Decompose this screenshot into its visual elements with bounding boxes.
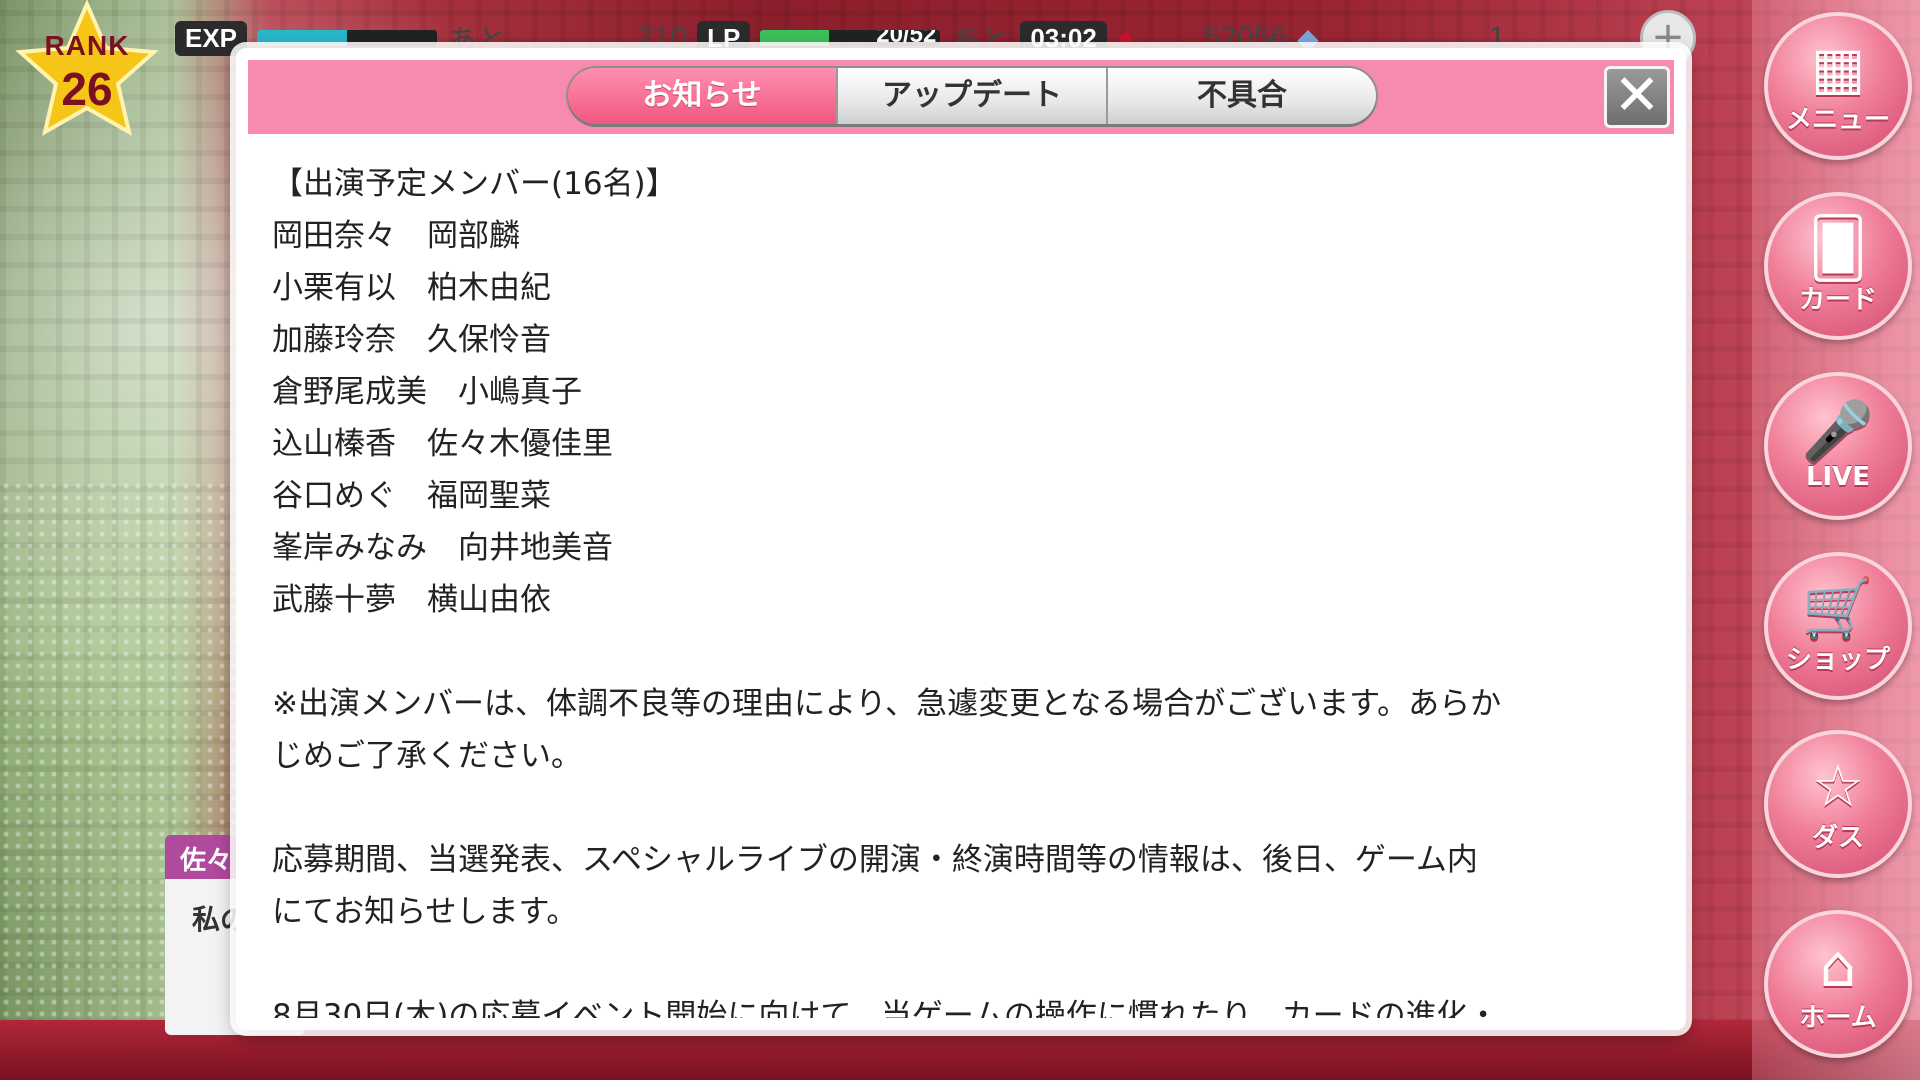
home-button-label: ホーム <box>1799 1002 1877 1033</box>
home-button[interactable]: ⌂ ホーム <box>1764 910 1912 1058</box>
member-line: 岡田奈々 岡部麟 <box>272 218 520 254</box>
tab-notice[interactable]: お知らせ <box>568 68 838 124</box>
shop-button-label: ショップ <box>1785 644 1890 675</box>
member-line: 加藤玲奈 久保怜音 <box>272 322 551 358</box>
grid-icon: ▦ <box>1810 33 1866 102</box>
background-message-tab: 佐々 <box>180 846 233 876</box>
dialog-tabs: お知らせ アップデート 不具合 <box>568 68 1376 124</box>
member-heading: 【出演予定メンバー(16名)】 <box>272 166 677 202</box>
dialog-header: お知らせ アップデート 不具合 ✕ <box>248 60 1674 134</box>
event-paragraph: 8月30日(木)の応募イベント開始に向けて、当ゲームの操作に慣れたり、カードの進… <box>272 998 1499 1018</box>
notice-paragraph: じめご了承ください。 <box>272 738 582 774</box>
das-button[interactable]: ☆ ダス <box>1764 730 1912 878</box>
close-button[interactable]: ✕ <box>1604 66 1670 128</box>
menu-button-label: メニュー <box>1785 104 1890 135</box>
rank-label: RANK <box>44 30 130 61</box>
member-line: 小栗有以 柏木由紀 <box>272 270 551 306</box>
live-button[interactable]: 🎤 LIVE <box>1764 372 1912 520</box>
lp-bar: 20/52 <box>760 30 941 46</box>
cart-icon: 🛒 <box>1801 573 1875 642</box>
notice-content[interactable]: 【出演予定メンバー(16名)】 岡田奈々 岡部麟 小栗有以 柏木由紀 加藤玲奈 … <box>248 134 1674 1018</box>
member-line: 武藤十夢 横山由依 <box>272 582 551 618</box>
card-button-label: カード <box>1798 284 1877 315</box>
das-button-label: ダス <box>1811 822 1864 853</box>
exp-bar <box>257 30 438 46</box>
tab-update[interactable]: アップデート <box>838 68 1108 124</box>
tab-bugs[interactable]: 不具合 <box>1108 68 1376 124</box>
lp-value: 20/52 <box>876 30 937 46</box>
menu-button[interactable]: ▦ メニュー <box>1764 12 1912 160</box>
home-icon: ⌂ <box>1819 931 1857 1000</box>
lp-bar-fill <box>760 30 829 46</box>
member-line: 谷口めぐ 福岡聖菜 <box>272 478 551 514</box>
side-menu: ▦ メニュー 🂠 カード 🎤 LIVE 🛒 ショップ ☆ ダス ⌂ ホーム <box>1752 0 1920 1080</box>
card-button[interactable]: 🂠 カード <box>1764 192 1912 340</box>
notice-paragraph: ※出演メンバーは、体調不良等の理由により、急遽変更となる場合がございます。あらか <box>272 686 1502 722</box>
member-line: 込山榛香 佐々木優佳里 <box>272 426 613 462</box>
exp-bar-fill <box>257 30 348 46</box>
live-button-label: LIVE <box>1805 462 1871 492</box>
shop-button[interactable]: 🛒 ショップ <box>1764 552 1912 700</box>
close-icon: ✕ <box>1613 63 1661 128</box>
microphone-icon: 🎤 <box>1801 397 1875 465</box>
notice-dialog: お知らせ アップデート 不具合 ✕ 【出演予定メンバー(16名)】 岡田奈々 岡… <box>236 48 1686 1030</box>
rank-badge: RANK 26 <box>12 0 162 140</box>
star-icon: ☆ <box>1812 751 1864 820</box>
member-line: 倉野尾成美 小嶋真子 <box>272 374 582 410</box>
rank-value: 26 <box>61 63 113 115</box>
cards-icon: 🂠 <box>1808 213 1868 282</box>
member-line: 峯岸みなみ 向井地美音 <box>272 530 613 566</box>
info-paragraph: にてお知らせします。 <box>272 894 578 930</box>
exp-label: EXP <box>175 20 248 56</box>
info-paragraph: 応募期間、当選発表、スペシャルライブの開演・終演時間等の情報は、後日、ゲーム内 <box>272 842 1478 878</box>
